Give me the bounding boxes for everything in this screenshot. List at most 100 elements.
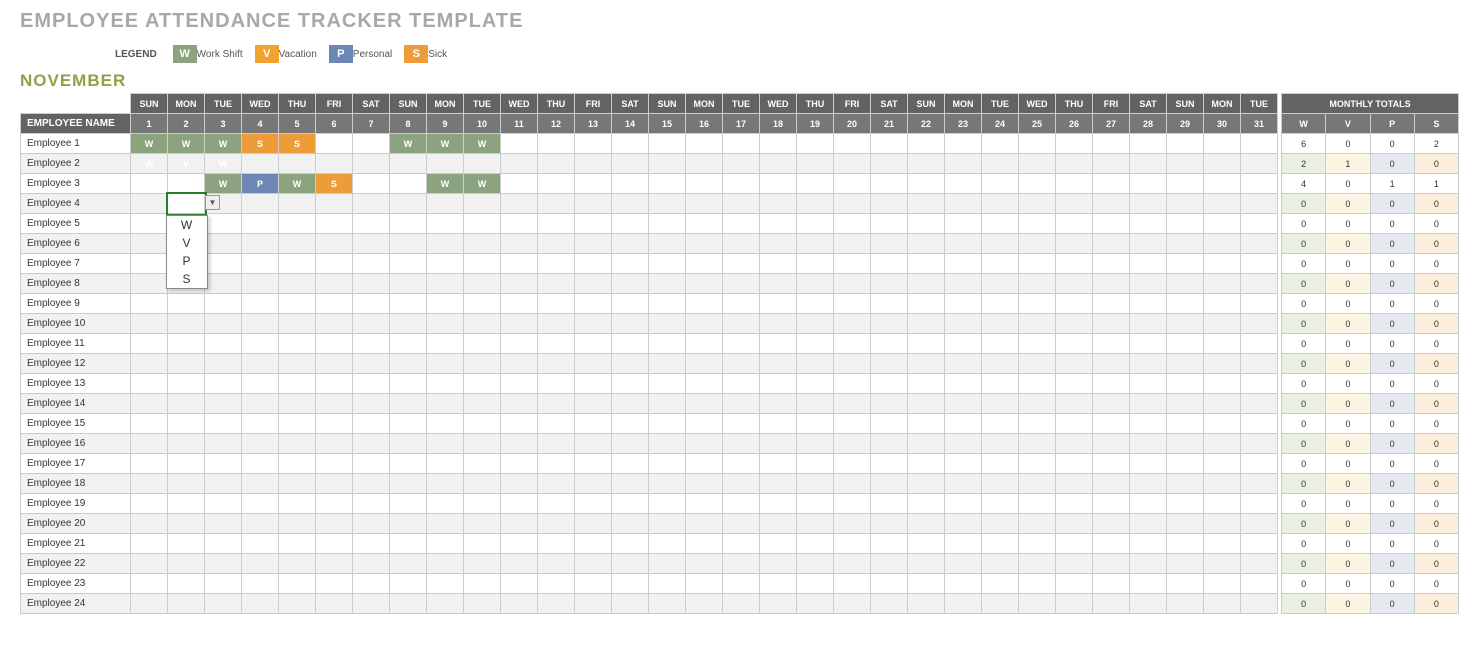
attendance-cell[interactable]: [834, 394, 871, 414]
attendance-cell[interactable]: [760, 194, 797, 214]
attendance-cell[interactable]: [1241, 214, 1278, 234]
attendance-cell[interactable]: [316, 554, 353, 574]
employee-name-cell[interactable]: Employee 20: [21, 514, 131, 534]
attendance-cell[interactable]: [1241, 154, 1278, 174]
attendance-cell[interactable]: [1019, 474, 1056, 494]
attendance-cell[interactable]: [501, 354, 538, 374]
attendance-cell[interactable]: [464, 334, 501, 354]
attendance-cell[interactable]: [242, 434, 279, 454]
attendance-cell[interactable]: [168, 594, 205, 614]
attendance-cell[interactable]: [242, 594, 279, 614]
attendance-cell[interactable]: [871, 454, 908, 474]
attendance-cell[interactable]: [316, 374, 353, 394]
attendance-cell[interactable]: [1019, 454, 1056, 474]
attendance-cell[interactable]: [464, 594, 501, 614]
attendance-cell[interactable]: [242, 394, 279, 414]
attendance-cell[interactable]: [945, 294, 982, 314]
attendance-cell[interactable]: [834, 594, 871, 614]
attendance-cell[interactable]: [760, 374, 797, 394]
attendance-cell[interactable]: [612, 494, 649, 514]
attendance-cell[interactable]: [501, 554, 538, 574]
attendance-cell[interactable]: [649, 514, 686, 534]
attendance-cell[interactable]: W: [131, 134, 168, 154]
attendance-cell[interactable]: [871, 574, 908, 594]
attendance-cell[interactable]: [279, 294, 316, 314]
attendance-cell[interactable]: [575, 574, 612, 594]
employee-name-cell[interactable]: Employee 22: [21, 554, 131, 574]
attendance-cell[interactable]: [168, 554, 205, 574]
attendance-cell[interactable]: [834, 494, 871, 514]
attendance-cell[interactable]: [649, 234, 686, 254]
attendance-cell[interactable]: [316, 134, 353, 154]
attendance-cell[interactable]: [1241, 274, 1278, 294]
attendance-cell[interactable]: [871, 294, 908, 314]
attendance-cell[interactable]: [1093, 274, 1130, 294]
attendance-cell[interactable]: [834, 274, 871, 294]
attendance-cell[interactable]: [427, 314, 464, 334]
attendance-cell[interactable]: [1130, 494, 1167, 514]
attendance-cell[interactable]: [686, 394, 723, 414]
attendance-cell[interactable]: [1167, 334, 1204, 354]
attendance-cell[interactable]: [1241, 514, 1278, 534]
attendance-cell[interactable]: [686, 534, 723, 554]
attendance-cell[interactable]: [723, 234, 760, 254]
attendance-cell[interactable]: [501, 194, 538, 214]
attendance-cell[interactable]: [501, 454, 538, 474]
attendance-cell[interactable]: [908, 314, 945, 334]
attendance-cell[interactable]: [908, 374, 945, 394]
attendance-cell[interactable]: [723, 534, 760, 554]
attendance-cell[interactable]: [1019, 154, 1056, 174]
attendance-cell[interactable]: [1167, 374, 1204, 394]
attendance-cell[interactable]: [686, 134, 723, 154]
attendance-cell[interactable]: [760, 214, 797, 234]
employee-name-cell[interactable]: Employee 2: [21, 154, 131, 174]
attendance-cell[interactable]: [427, 454, 464, 474]
attendance-cell[interactable]: [131, 514, 168, 534]
employee-name-cell[interactable]: Employee 21: [21, 534, 131, 554]
attendance-cell[interactable]: [242, 574, 279, 594]
attendance-cell[interactable]: [649, 154, 686, 174]
attendance-cell[interactable]: [982, 554, 1019, 574]
attendance-cell[interactable]: [316, 354, 353, 374]
attendance-cell[interactable]: [1241, 314, 1278, 334]
attendance-cell[interactable]: [649, 354, 686, 374]
attendance-cell[interactable]: [501, 154, 538, 174]
attendance-cell[interactable]: [760, 154, 797, 174]
attendance-cell[interactable]: [1167, 234, 1204, 254]
attendance-cell[interactable]: [205, 554, 242, 574]
attendance-cell[interactable]: [501, 274, 538, 294]
attendance-cell[interactable]: [390, 274, 427, 294]
attendance-cell[interactable]: [1056, 454, 1093, 474]
attendance-cell[interactable]: [797, 254, 834, 274]
attendance-cell[interactable]: [871, 194, 908, 214]
attendance-cell[interactable]: [1241, 414, 1278, 434]
attendance-cell[interactable]: [538, 154, 575, 174]
attendance-cell[interactable]: [205, 314, 242, 334]
attendance-cell[interactable]: [316, 314, 353, 334]
attendance-cell[interactable]: [945, 194, 982, 214]
attendance-cell[interactable]: [242, 254, 279, 274]
attendance-cell[interactable]: [242, 294, 279, 314]
attendance-cell[interactable]: [982, 414, 1019, 434]
attendance-cell[interactable]: [834, 414, 871, 434]
attendance-cell[interactable]: [945, 254, 982, 274]
attendance-cell[interactable]: [908, 354, 945, 374]
attendance-cell[interactable]: [982, 494, 1019, 514]
attendance-cell[interactable]: [723, 594, 760, 614]
attendance-cell[interactable]: [945, 174, 982, 194]
attendance-cell[interactable]: [390, 294, 427, 314]
attendance-cell[interactable]: [1019, 134, 1056, 154]
attendance-cell[interactable]: [501, 414, 538, 434]
attendance-cell[interactable]: [538, 594, 575, 614]
attendance-cell[interactable]: [168, 374, 205, 394]
attendance-cell[interactable]: [1241, 194, 1278, 214]
attendance-cell[interactable]: [760, 534, 797, 554]
attendance-cell[interactable]: [908, 414, 945, 434]
attendance-cell[interactable]: [1056, 234, 1093, 254]
attendance-cell[interactable]: [353, 594, 390, 614]
attendance-cell[interactable]: [686, 294, 723, 314]
attendance-cell[interactable]: [612, 534, 649, 554]
attendance-cell[interactable]: [908, 174, 945, 194]
attendance-cell[interactable]: [242, 374, 279, 394]
attendance-cell[interactable]: [575, 494, 612, 514]
